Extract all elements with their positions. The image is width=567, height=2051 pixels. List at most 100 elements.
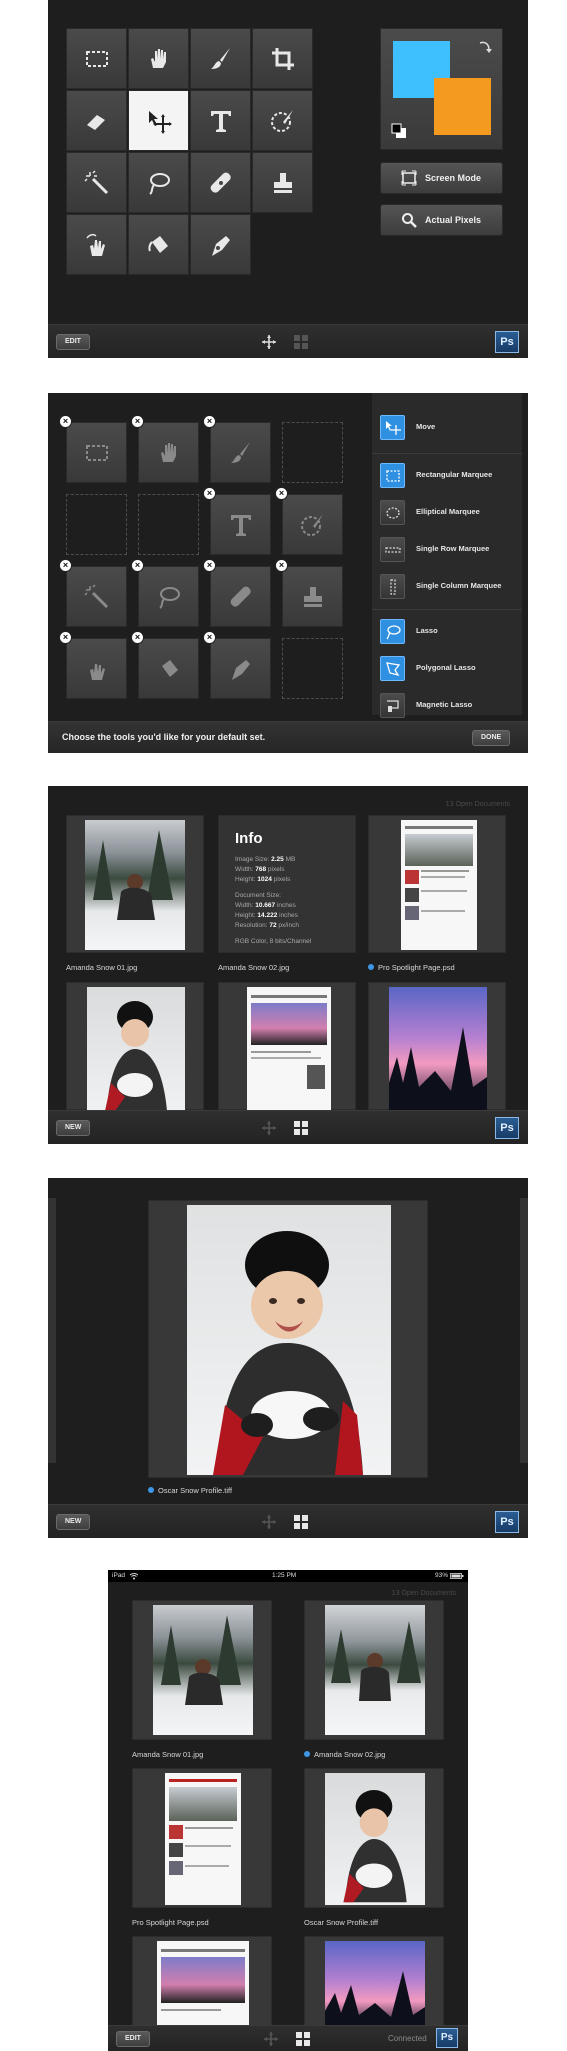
tool-row-elliptical-marquee[interactable]: Elliptical Marquee (372, 494, 522, 530)
tool-grid (66, 28, 316, 275)
tool-magic-wand[interactable] (66, 152, 127, 213)
prev-document-edge[interactable] (48, 1198, 56, 1463)
swap-colors-icon[interactable] (477, 39, 493, 55)
new-button[interactable]: NEW (56, 1120, 91, 1136)
move-cross-icon[interactable] (262, 335, 276, 349)
tool-row-magnetic-lasso[interactable]: Magnetic Lasso (372, 687, 522, 723)
connection-status: Connected (388, 2034, 427, 2043)
document-thumb[interactable] (218, 982, 356, 1111)
remove-icon[interactable]: × (131, 415, 144, 428)
document-caption: Oscar Snow Profile.tiff (148, 1486, 232, 1495)
move-cross-icon[interactable] (262, 1515, 276, 1529)
tool-brush[interactable] (190, 28, 251, 89)
move-cross-icon[interactable] (262, 1121, 276, 1135)
slot-paint-bucket[interactable] (138, 638, 199, 699)
tool-text[interactable] (190, 90, 251, 151)
slot-empty[interactable] (282, 422, 343, 483)
grid-view-icon[interactable] (294, 1121, 308, 1135)
next-document-edge[interactable] (520, 1198, 528, 1463)
slot-rect-marquee[interactable] (66, 422, 127, 483)
slot-lasso[interactable] (138, 566, 199, 627)
document-thumb[interactable] (368, 982, 506, 1111)
tool-quick-select[interactable] (252, 90, 313, 151)
toolbox-panel: Screen Mode Actual Pixels EDIT Ps (48, 0, 528, 358)
photoshop-logo[interactable]: Ps (436, 2028, 458, 2048)
photo-pro-spotlight-page (165, 1773, 241, 1905)
tool-row-single-row-marquee[interactable]: Single Row Marquee (372, 531, 522, 567)
slot-brush[interactable] (210, 422, 271, 483)
remove-icon[interactable]: × (59, 559, 72, 572)
tool-pen[interactable] (190, 214, 251, 275)
slot-quick-select[interactable] (282, 494, 343, 555)
photoshop-logo[interactable]: Ps (495, 1511, 519, 1533)
remove-icon[interactable]: × (59, 631, 72, 644)
photo-web-page (157, 1941, 249, 2027)
slot-empty[interactable] (282, 638, 343, 699)
document-large-thumb[interactable] (148, 1200, 428, 1478)
document-thumb[interactable] (304, 1768, 444, 1908)
slot-empty[interactable] (66, 494, 127, 555)
remove-icon[interactable]: × (203, 415, 216, 428)
remove-icon[interactable]: × (59, 415, 72, 428)
photo-pink-sky (389, 987, 487, 1111)
tool-rect-marquee[interactable] (66, 28, 127, 89)
document-thumb[interactable] (368, 815, 506, 953)
background-swatch[interactable] (434, 78, 491, 135)
slot-pen[interactable] (210, 638, 271, 699)
photoshop-logo[interactable]: Ps (495, 1117, 519, 1139)
slot-empty[interactable] (138, 494, 199, 555)
status-bar: iPad 1:25 PM 93% (108, 1570, 468, 1582)
remove-icon[interactable]: × (131, 559, 144, 572)
edit-button[interactable]: EDIT (116, 2031, 150, 2047)
document-thumb[interactable] (304, 1936, 444, 2027)
grid-view-icon[interactable] (294, 1515, 308, 1529)
tool-row-polygonal-lasso[interactable]: Polygonal Lasso (372, 650, 522, 686)
tool-lasso[interactable] (128, 152, 189, 213)
remove-icon[interactable]: × (131, 631, 144, 644)
photo-oscar-snow-profile (325, 1773, 425, 1905)
slot-smudge[interactable] (66, 638, 127, 699)
grid-view-icon[interactable] (296, 2032, 310, 2046)
tool-crop[interactable] (252, 28, 313, 89)
remove-icon[interactable]: × (275, 559, 288, 572)
tool-paint-bucket[interactable] (128, 214, 189, 275)
slot-healing[interactable] (210, 566, 271, 627)
document-thumb[interactable] (66, 815, 204, 953)
tool-row-rectangular-marquee[interactable]: Rectangular Marquee (372, 457, 522, 493)
document-caption: Amanda Snow 01.jpg (132, 1750, 204, 1759)
document-thumb[interactable] (132, 1936, 272, 2027)
slot-magic-wand[interactable] (66, 566, 127, 627)
remove-icon[interactable]: × (203, 559, 216, 572)
remove-icon[interactable]: × (203, 631, 216, 644)
slot-stamp[interactable] (282, 566, 343, 627)
new-button[interactable]: NEW (56, 1514, 91, 1530)
battery-icon (450, 1573, 464, 1579)
tool-eraser[interactable] (66, 90, 127, 151)
tool-row-lasso[interactable]: Lasso (372, 613, 522, 649)
slot-hand[interactable] (138, 422, 199, 483)
photo-amanda-snow-02 (325, 1605, 425, 1735)
actual-pixels-button[interactable]: Actual Pixels (380, 204, 503, 236)
default-colors-icon[interactable] (391, 123, 407, 139)
screen-mode-button[interactable]: Screen Mode (380, 162, 503, 194)
tool-row-single-column-marquee[interactable]: Single Column Marquee (372, 568, 522, 604)
tool-row-move[interactable]: Move (372, 409, 522, 445)
grid-view-icon[interactable] (294, 335, 308, 349)
edit-button[interactable]: EDIT (56, 334, 90, 350)
tool-smudge[interactable] (66, 214, 127, 275)
tool-hand[interactable] (128, 28, 189, 89)
document-thumb[interactable] (66, 982, 204, 1111)
document-thumb[interactable] (132, 1600, 272, 1740)
remove-icon[interactable]: × (203, 487, 216, 500)
tool-move[interactable] (128, 90, 189, 151)
tool-stamp[interactable] (252, 152, 313, 213)
done-button[interactable]: DONE (472, 730, 511, 746)
document-thumb[interactable] (304, 1600, 444, 1740)
tool-healing[interactable] (190, 152, 251, 213)
photoshop-logo[interactable]: Ps (495, 331, 519, 353)
document-thumb[interactable] (132, 1768, 272, 1908)
remove-icon[interactable]: × (275, 487, 288, 500)
move-cross-icon[interactable] (264, 2032, 278, 2046)
eraser-icon (84, 108, 110, 134)
slot-text[interactable] (210, 494, 271, 555)
